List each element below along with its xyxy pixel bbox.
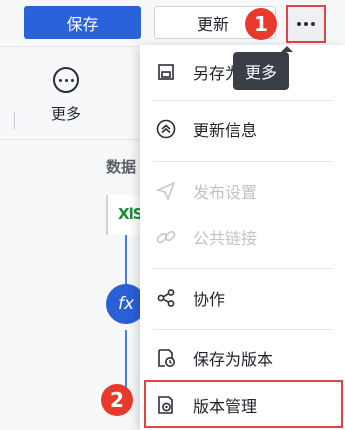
save-button[interactable]: 保存: [24, 6, 141, 39]
menu-item-publish-settings: 发布设置: [140, 171, 345, 211]
more-tool-label: 更多: [50, 105, 81, 123]
highlight-box: [144, 380, 343, 428]
menu-item-label: 发布设置: [193, 183, 258, 202]
menu-item-update-info[interactable]: 更新信息: [140, 109, 345, 149]
toolbar-divider: [0, 139, 140, 140]
data-section-label: 数据: [106, 158, 137, 176]
update-info-icon: [156, 119, 176, 139]
flow-connector: [125, 235, 127, 285]
update-button-label: 更新: [197, 14, 230, 34]
step-badge-2: 2: [101, 384, 133, 416]
divider: [14, 112, 15, 130]
menu-divider: [153, 161, 333, 162]
step-badge-1: 1: [245, 8, 277, 40]
fx-icon: fx: [117, 294, 135, 314]
more-button[interactable]: [286, 5, 326, 43]
menu-item-label: 更新信息: [193, 121, 258, 140]
menu-item-label: 公共链接: [193, 229, 258, 248]
more-dropdown-menu: 另存为 更新信息 发布设置 公共链接 协作 保存为版本 版本管理: [140, 45, 345, 430]
more-dots-icon: [297, 22, 315, 26]
save-version-icon: [156, 348, 176, 368]
link-icon: [156, 227, 176, 247]
menu-item-label: 保存为版本: [193, 350, 274, 369]
menu-item-collaborate[interactable]: 协作: [140, 278, 345, 318]
menu-divider: [153, 100, 333, 101]
save-as-icon: [156, 62, 176, 82]
menu-divider: [153, 329, 333, 330]
menu-item-public-link: 公共链接: [140, 217, 345, 257]
menu-item-save-as-version[interactable]: 保存为版本: [140, 338, 345, 378]
flow-connector: [125, 330, 127, 390]
top-toolbar: 保存 更新: [0, 0, 345, 47]
more-tool-button[interactable]: 更多: [36, 62, 96, 124]
more-circle-icon: [53, 67, 79, 93]
more-tooltip: 更多: [233, 46, 293, 90]
menu-divider: [153, 268, 333, 269]
share-icon: [156, 288, 176, 308]
xls-text: XlS: [118, 205, 143, 223]
send-icon: [156, 181, 176, 201]
menu-item-label: 协作: [193, 290, 226, 309]
